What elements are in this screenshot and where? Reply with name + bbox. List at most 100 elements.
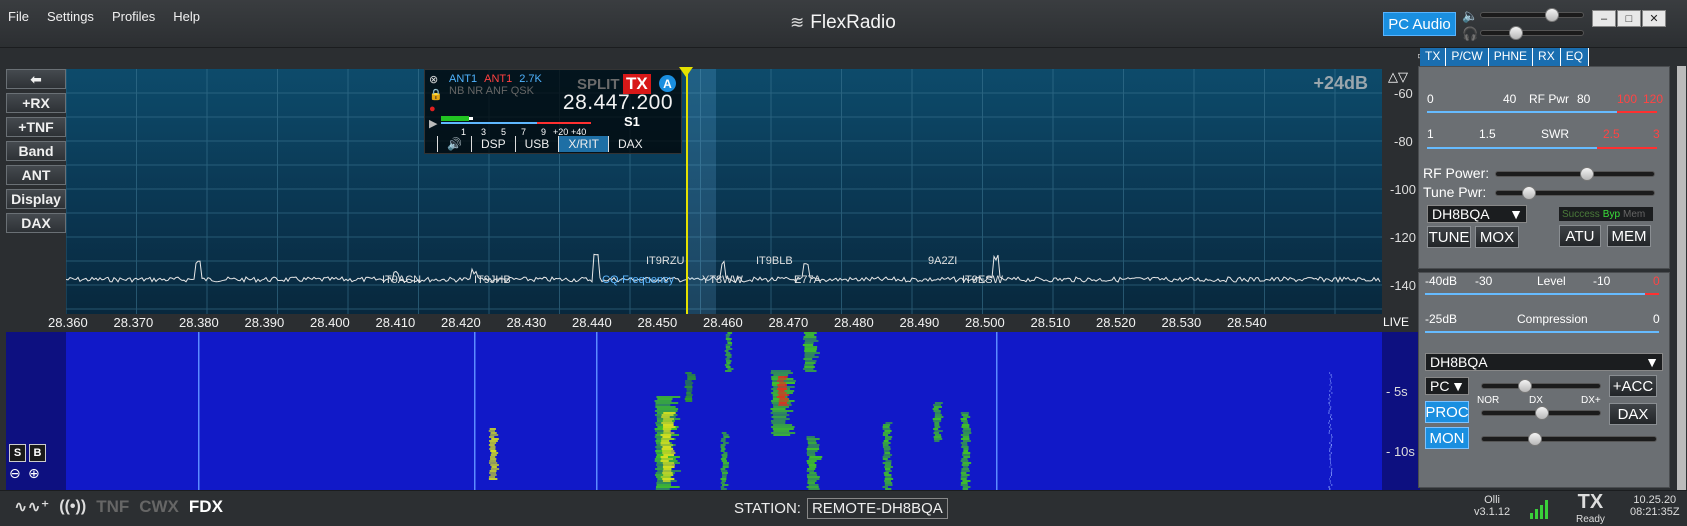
proc-button[interactable]: PROC bbox=[1425, 401, 1469, 423]
tab-tx[interactable]: TX bbox=[1420, 48, 1447, 66]
atu-button[interactable]: ATU bbox=[1559, 225, 1601, 247]
dx-spot[interactable]: IT9BLB bbox=[756, 255, 793, 267]
station-name[interactable]: REMOTE-DH8BQA bbox=[806, 498, 948, 519]
cwx-toggle[interactable]: CWX bbox=[139, 497, 179, 517]
menu-help[interactable]: Help bbox=[173, 9, 200, 24]
tx-frequency-marker[interactable] bbox=[686, 69, 688, 314]
zoom-out-icon[interactable]: ⊖ bbox=[9, 465, 21, 482]
dax-tx-button[interactable]: DAX bbox=[1609, 403, 1657, 425]
atu-success: Success bbox=[1562, 208, 1600, 220]
tab-audio[interactable]: 🔊 bbox=[437, 136, 471, 152]
dax-button[interactable]: DAX bbox=[6, 213, 66, 233]
dx-spot[interactable]: IT9RZU bbox=[646, 255, 685, 267]
tab-mode[interactable]: USB bbox=[514, 136, 559, 152]
menu-file[interactable]: File bbox=[8, 9, 29, 24]
add-rx-button[interactable]: +RX bbox=[6, 93, 66, 113]
ant-button[interactable]: ANT bbox=[6, 165, 66, 185]
dx-spot[interactable]: YT8WW bbox=[702, 274, 743, 286]
tx-profile-select[interactable]: DH8BQA ▼ bbox=[1427, 205, 1527, 223]
dx-spot[interactable]: IT9JHB bbox=[474, 274, 511, 286]
frequency-tick: 28.540 bbox=[1227, 315, 1267, 330]
acc-button[interactable]: +ACC bbox=[1609, 375, 1657, 397]
tune-power-knob[interactable] bbox=[1522, 186, 1536, 200]
frequency-tick: 28.410 bbox=[375, 315, 416, 330]
tab-phne[interactable]: PHNE bbox=[1488, 48, 1534, 66]
panel-tabs: TX P/CW PHNE RX EQ bbox=[1420, 48, 1687, 66]
zoom-in-icon[interactable]: ⊕ bbox=[28, 465, 40, 482]
collapse-arrow-button[interactable]: ⬅ bbox=[6, 69, 66, 89]
dx-spot[interactable]: 9A2ZI bbox=[928, 255, 957, 267]
tx-marker-triangle-icon[interactable] bbox=[679, 67, 693, 77]
frequency-scale[interactable]: 28.360 28.370 28.380 28.390 28.400 28.410 28.4… bbox=[48, 314, 1382, 332]
minimize-button[interactable]: – bbox=[1592, 10, 1616, 27]
meter-tick: 0 bbox=[1427, 92, 1434, 106]
maximize-button[interactable]: □ bbox=[1617, 10, 1641, 27]
proc-slider[interactable] bbox=[1481, 406, 1601, 420]
tab-dsp[interactable]: DSP bbox=[470, 136, 515, 152]
slice-flag[interactable]: ⊗ 🔒 ● ▶ ANT1 ANT1 2.7K NB NR ANF QSK SPL… bbox=[424, 69, 682, 154]
panel-scrollbar[interactable] bbox=[1677, 66, 1686, 490]
mic-level-slider[interactable] bbox=[1481, 379, 1601, 393]
zoom-arrows[interactable]: △▽ bbox=[1388, 69, 1408, 85]
rf-power-knob[interactable] bbox=[1580, 167, 1594, 181]
monitor-volume-knob[interactable] bbox=[1528, 432, 1542, 446]
waterfall-s-button[interactable]: S bbox=[9, 444, 26, 462]
meter-tick: -10 bbox=[1593, 274, 1611, 288]
tab-rx[interactable]: RX bbox=[1533, 48, 1561, 66]
mox-button[interactable]: MOX bbox=[1475, 226, 1519, 248]
dx-spot[interactable]: IT9ACN bbox=[382, 274, 421, 286]
headphone-volume-knob[interactable] bbox=[1509, 26, 1523, 40]
db-scale[interactable]: △▽ -60 -80 -100 -120 -140 bbox=[1382, 69, 1420, 314]
slice-letter-badge: A bbox=[659, 75, 676, 92]
panadapter[interactable]: +24dB IT9RZU IT9BLB 9A2ZI IT9ACN IT9JHB CQ-Fr… bbox=[66, 69, 1382, 314]
mon-button[interactable]: MON bbox=[1425, 427, 1469, 449]
menu-settings[interactable]: Settings bbox=[47, 9, 94, 24]
rx-antenna[interactable]: ANT1 bbox=[449, 73, 477, 85]
tab-eq[interactable]: EQ bbox=[1560, 48, 1590, 66]
db-tick: -120 bbox=[1390, 230, 1417, 245]
headphones-icon: 🎧 bbox=[1462, 26, 1479, 41]
waterfall[interactable] bbox=[66, 332, 1382, 490]
tab-xrit[interactable]: X/RIT bbox=[558, 136, 608, 152]
rf-power-slider[interactable] bbox=[1495, 167, 1655, 181]
waterfall-left-margin: S B ⊖ ⊕ bbox=[6, 332, 66, 490]
dx-spot[interactable]: IT9ESW bbox=[962, 274, 1003, 286]
frequency-tick: 28.500 bbox=[965, 315, 1005, 330]
volume-knob[interactable] bbox=[1545, 8, 1559, 22]
db-tick: -60 bbox=[1394, 86, 1413, 101]
close-button[interactable]: ✕ bbox=[1642, 10, 1666, 27]
lock-icon[interactable]: 🔒 bbox=[429, 88, 443, 101]
close-slice-icon[interactable]: ⊗ bbox=[429, 73, 443, 86]
record-icon[interactable]: ● bbox=[429, 103, 443, 115]
monitor-volume-slider[interactable] bbox=[1481, 432, 1657, 446]
band-button[interactable]: Band bbox=[6, 141, 66, 161]
tab-pcw[interactable]: P/CW bbox=[1446, 48, 1489, 66]
mic-source-select[interactable]: PC ▼ bbox=[1425, 377, 1469, 395]
volume-slider[interactable] bbox=[1480, 8, 1584, 22]
menu-profiles[interactable]: Profiles bbox=[112, 9, 155, 24]
pc-audio-button[interactable]: PC Audio bbox=[1383, 12, 1456, 36]
dx-spot[interactable]: E77A bbox=[794, 274, 821, 286]
dx-spot[interactable]: CQ-Frequency bbox=[602, 274, 674, 286]
tx-profile-value: DH8BQA bbox=[1432, 206, 1490, 222]
proc-nor-label: NOR bbox=[1477, 395, 1500, 406]
tune-power-slider[interactable] bbox=[1495, 186, 1655, 200]
tx-antenna[interactable]: ANT1 bbox=[484, 73, 512, 85]
waveform-icon[interactable]: ∿∿⁺ bbox=[14, 497, 49, 517]
mic-profile-select[interactable]: DH8BQA ▼ bbox=[1425, 353, 1663, 371]
display-button[interactable]: Display bbox=[6, 189, 66, 209]
mem-button[interactable]: MEM bbox=[1607, 225, 1651, 247]
slice-frequency[interactable]: 28.447.200 bbox=[563, 91, 673, 115]
waterfall-image bbox=[198, 332, 1333, 490]
tab-dax[interactable]: DAX bbox=[608, 136, 652, 152]
wireless-icon[interactable]: ((•)) bbox=[59, 498, 86, 516]
headphone-volume-slider[interactable] bbox=[1480, 26, 1584, 40]
tnf-toggle[interactable]: TNF bbox=[96, 497, 129, 517]
proc-knob[interactable] bbox=[1535, 406, 1549, 420]
mic-level-knob[interactable] bbox=[1518, 379, 1532, 393]
waterfall-b-button[interactable]: B bbox=[29, 444, 46, 462]
add-tnf-button[interactable]: +TNF bbox=[6, 117, 66, 137]
tx-panel: 0 40 RF Pwr 80 100 120 1 1.5 SWR 2.5 3 R… bbox=[1418, 66, 1670, 269]
fdx-toggle[interactable]: FDX bbox=[189, 497, 223, 517]
tune-button[interactable]: TUNE bbox=[1427, 226, 1471, 248]
